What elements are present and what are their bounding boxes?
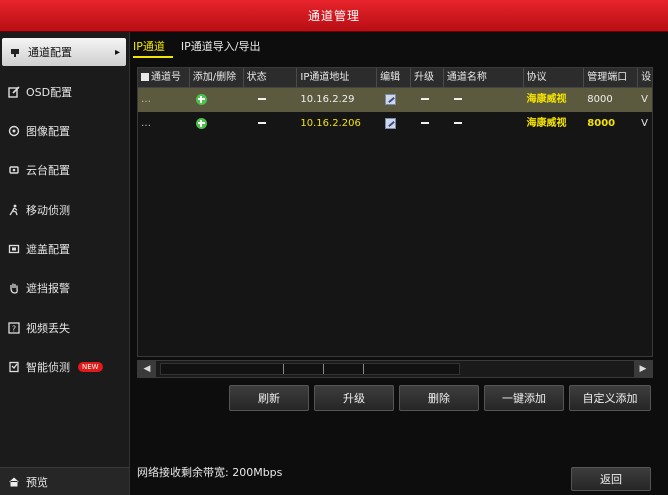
column-header-device: 设 xyxy=(641,72,652,83)
preview-button[interactable]: 预览 xyxy=(0,467,129,495)
table-row[interactable]: … 10.16.2.206 海康威视 8000 V xyxy=(138,112,652,136)
sidebar-item-image-config[interactable]: 图像配置 xyxy=(0,117,128,145)
tab-ip-channel[interactable]: IP通道 xyxy=(133,38,173,58)
sidebar: 通道配置 ▸ OSD配置 图像配置 云台配置 移动侦测 遮盖配置 遮挡报警 ? … xyxy=(0,32,130,495)
sidebar-item-label: 遮盖配置 xyxy=(26,243,70,256)
column-header-add-delete: 添加/删除 xyxy=(190,68,244,88)
bandwidth-status: 网络接收剩余带宽: 200Mbps xyxy=(137,466,283,479)
mask-icon xyxy=(8,243,20,255)
table-header: 通道号 添加/删除 状态 IP通道地址 编辑 升级 通道名称 协议 管理端口 设 xyxy=(138,68,652,88)
table-row[interactable]: … 10.16.2.29 海康威视 8000 V xyxy=(138,88,652,112)
image-icon xyxy=(8,125,20,137)
scrollbar-thumb[interactable] xyxy=(160,363,460,375)
edit-icon xyxy=(8,86,20,98)
upgrade-icon xyxy=(420,122,429,124)
sidebar-item-osd-config[interactable]: OSD配置 xyxy=(0,78,128,106)
cell-mgmt-port: 8000 xyxy=(587,94,613,105)
column-header-protocol: 协议 xyxy=(524,68,585,88)
cell-protocol: 海康威视 xyxy=(526,94,567,105)
hand-icon xyxy=(8,282,20,294)
column-header-edit: 编辑 xyxy=(377,68,411,88)
sidebar-item-motion-detect[interactable]: 移动侦测 xyxy=(0,196,128,224)
sidebar-item-smart-detect[interactable]: 智能侦测 NEW xyxy=(0,353,128,381)
sidebar-item-label: 遮挡报警 xyxy=(26,282,70,295)
new-badge: NEW xyxy=(78,362,103,372)
ptz-icon xyxy=(8,164,20,176)
sidebar-item-label: 图像配置 xyxy=(26,125,70,138)
scrollbar-tick xyxy=(323,364,324,374)
add-icon[interactable] xyxy=(195,93,207,105)
sidebar-item-label: 云台配置 xyxy=(26,164,70,177)
window-title: 通道管理 xyxy=(307,9,360,23)
cell-ip-address: 10.16.2.206 xyxy=(300,118,361,129)
column-header-status: 状态 xyxy=(244,68,298,88)
column-header-mgmt-port: 管理端口 xyxy=(584,68,639,88)
cell-device: V xyxy=(641,118,648,129)
scrollbar-tick xyxy=(363,364,364,374)
one-click-add-button[interactable]: 一键添加 xyxy=(484,385,564,411)
question-icon: ? xyxy=(8,322,20,334)
cell-ip-address: 10.16.2.29 xyxy=(300,94,355,105)
sidebar-item-label: 智能侦测 xyxy=(26,361,70,374)
select-all-checkbox[interactable] xyxy=(141,73,149,81)
column-header-channel-name: 通道名称 xyxy=(444,68,524,88)
upgrade-icon xyxy=(420,98,429,100)
column-header-upgrade: 升级 xyxy=(411,68,444,88)
custom-add-button[interactable]: 自定义添加 xyxy=(569,385,651,411)
edit-icon[interactable] xyxy=(385,93,397,105)
upgrade-button[interactable]: 升级 xyxy=(314,385,394,411)
smart-detect-icon xyxy=(8,361,20,373)
add-icon[interactable] xyxy=(195,117,207,129)
sidebar-item-tamper-alarm[interactable]: 遮挡报警 xyxy=(0,274,128,302)
channel-table: 通道号 添加/删除 状态 IP通道地址 编辑 升级 通道名称 协议 管理端口 设… xyxy=(137,67,653,357)
channel-name-empty xyxy=(453,98,462,100)
scrollbar-tick xyxy=(283,364,284,374)
horizontal-scrollbar[interactable]: ◀ ▶ xyxy=(137,360,653,378)
window-title-bar: 通道管理 xyxy=(0,0,668,32)
scroll-right-button[interactable]: ▶ xyxy=(634,361,652,377)
channel-name-empty xyxy=(453,122,462,124)
tab-bar: IP通道 IP通道导入/导出 xyxy=(133,38,276,58)
home-icon xyxy=(8,476,20,488)
sidebar-item-ptz-config[interactable]: 云台配置 xyxy=(0,156,128,184)
running-person-icon xyxy=(8,204,20,216)
chevron-right-icon: ▸ xyxy=(114,46,120,58)
scroll-left-button[interactable]: ◀ xyxy=(138,361,156,377)
delete-button[interactable]: 删除 xyxy=(399,385,479,411)
sidebar-item-label: OSD配置 xyxy=(26,86,73,99)
sidebar-item-label: 通道配置 xyxy=(28,46,72,59)
edit-icon[interactable] xyxy=(385,117,397,129)
column-header-channel[interactable]: 通道号 xyxy=(138,68,190,88)
svg-text:?: ? xyxy=(12,325,16,334)
cell-channel: … xyxy=(141,118,151,129)
column-header-ip-address: IP通道地址 xyxy=(297,68,378,88)
sidebar-item-label: 视频丢失 xyxy=(26,322,70,335)
cell-protocol: 海康威视 xyxy=(526,118,567,129)
status-icon xyxy=(257,98,266,100)
cell-mgmt-port: 8000 xyxy=(587,118,616,129)
status-icon xyxy=(257,122,266,124)
back-button[interactable]: 返回 xyxy=(571,467,651,491)
sidebar-item-label: 移动侦测 xyxy=(26,204,70,217)
preview-label: 预览 xyxy=(26,475,48,489)
tab-ip-channel-import-export[interactable]: IP通道导入/导出 xyxy=(181,38,269,58)
cell-channel: … xyxy=(141,94,151,105)
refresh-button[interactable]: 刷新 xyxy=(229,385,309,411)
camera-icon xyxy=(10,46,22,58)
cell-device: V xyxy=(641,94,648,105)
sidebar-item-channel-config[interactable]: 通道配置 ▸ xyxy=(2,38,126,66)
sidebar-item-video-loss[interactable]: ? 视频丢失 xyxy=(0,314,128,342)
sidebar-item-mask-config[interactable]: 遮盖配置 xyxy=(0,235,128,263)
